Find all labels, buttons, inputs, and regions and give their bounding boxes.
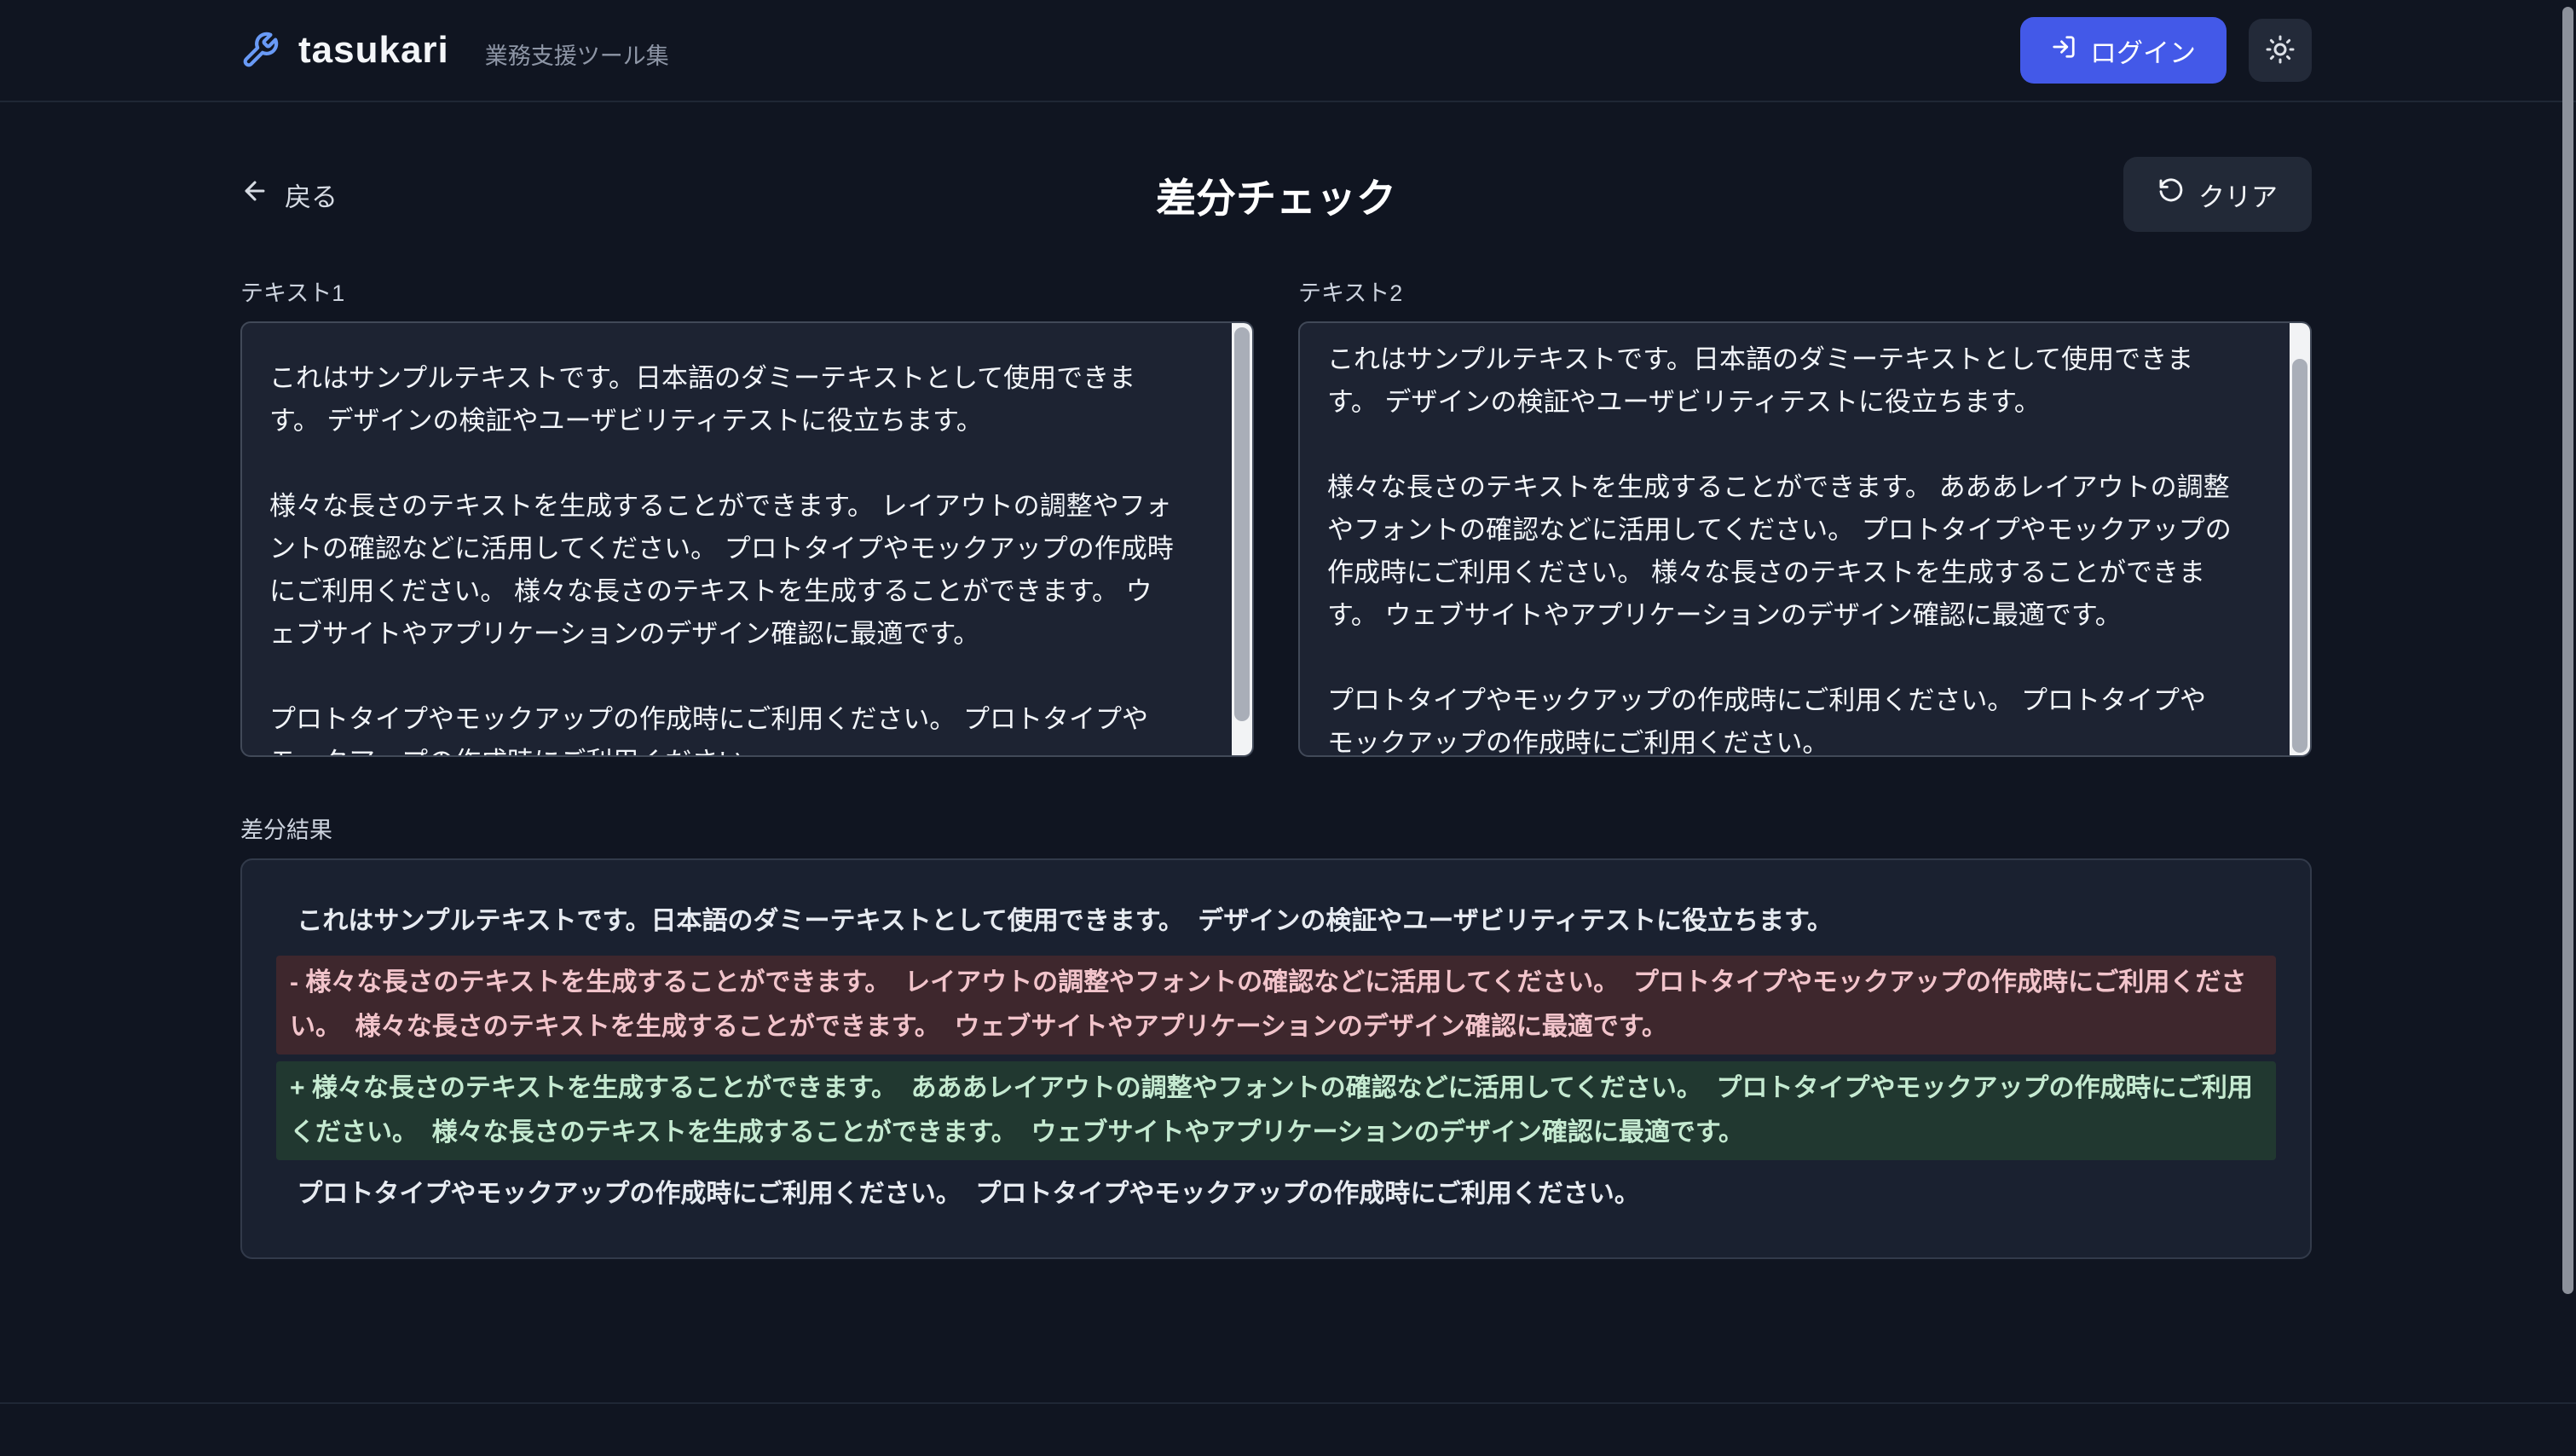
page-scrollbar[interactable] <box>2559 0 2576 1456</box>
diff-result-lines: これはサンプルテキストです。日本語のダミーテキストとして使用できます。 デザイン… <box>276 894 2276 1222</box>
diff-result-box: これはサンプルテキストです。日本語のダミーテキストとして使用できます。 デザイン… <box>240 858 2312 1259</box>
login-button[interactable]: ログイン <box>2020 17 2227 84</box>
text2-label: テキスト2 <box>1298 274 2312 308</box>
back-arrow-icon <box>240 176 269 212</box>
clear-button[interactable]: クリア <box>2123 157 2312 232</box>
theme-toggle-button[interactable] <box>2249 19 2312 82</box>
diff-line-equal: これはサンプルテキストです。日本語のダミーテキストとして使用できます。 デザイン… <box>276 894 2276 949</box>
back-link[interactable]: 戻る <box>240 176 338 214</box>
back-link-label: 戻る <box>285 176 338 214</box>
brand-name: tasukari <box>298 29 449 72</box>
app-header: tasukari 業務支援ツール集 ログイン <box>0 0 2576 102</box>
diff-line-added: + 様々な長さのテキストを生成することができます。 あああレイアウトの調整やフォ… <box>276 1061 2276 1160</box>
sun-icon <box>2265 34 2296 67</box>
diff-result-label: 差分結果 <box>240 812 2312 845</box>
rotate-ccw-icon <box>2157 177 2185 211</box>
brand-tagline: 業務支援ツール集 <box>485 38 669 71</box>
text1-scrollbar-thumb[interactable] <box>1234 327 1250 721</box>
login-icon <box>2051 34 2076 66</box>
text2-scrollbar-thumb[interactable] <box>2292 359 2307 753</box>
text1-scrollbar[interactable] <box>1232 323 1252 755</box>
login-button-label: ログイン <box>2090 32 2196 70</box>
text1-label: テキスト1 <box>240 274 1254 308</box>
text2-input[interactable] <box>1298 321 2312 757</box>
footer-divider <box>0 1402 2576 1404</box>
brand[interactable]: tasukari 業務支援ツール集 <box>240 29 669 72</box>
text2-scrollbar[interactable] <box>2290 323 2310 755</box>
diff-line-equal: プロトタイプやモックアップの作成時にご利用ください。 プロトタイプやモックアップ… <box>276 1167 2276 1222</box>
wrench-icon <box>240 31 280 70</box>
page-title: 差分チェック <box>1156 165 1396 224</box>
clear-button-label: クリア <box>2198 176 2278 214</box>
page-scrollbar-thumb[interactable] <box>2562 7 2573 1294</box>
diff-line-removed: - 様々な長さのテキストを生成することができます。 レイアウトの調整やフォントの… <box>276 956 2276 1054</box>
text1-input[interactable] <box>240 321 1254 757</box>
